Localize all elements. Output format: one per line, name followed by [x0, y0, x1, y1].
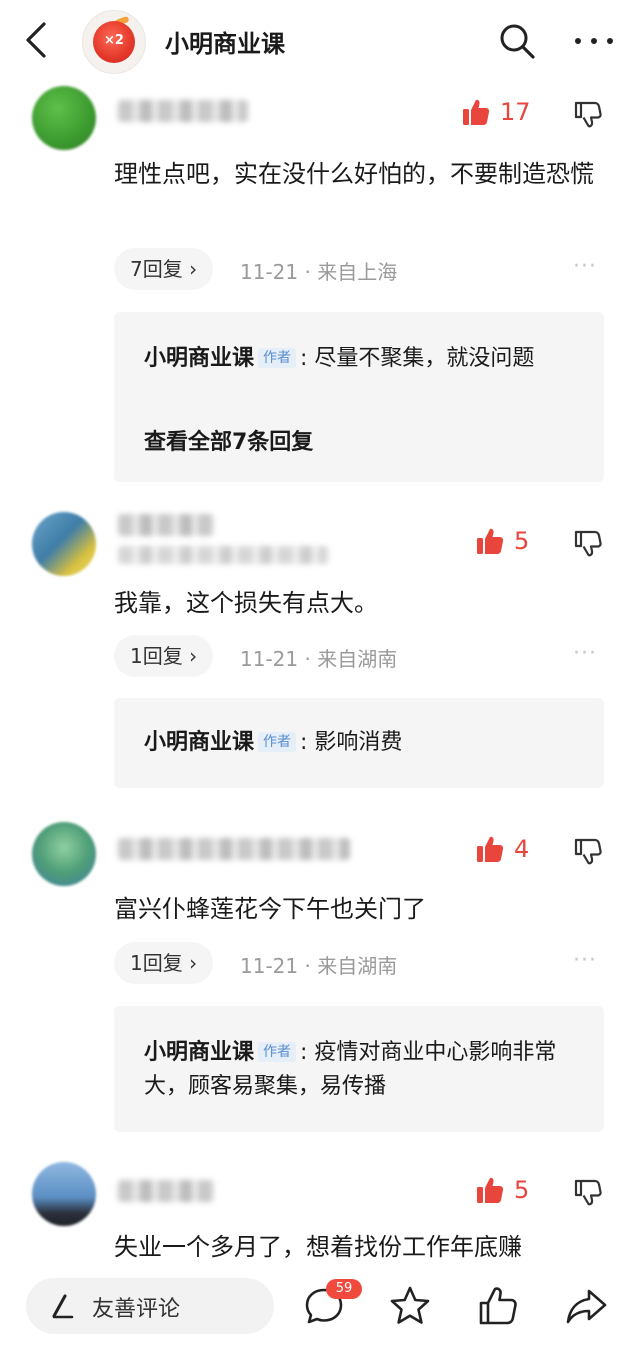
reply-author[interactable]: 小明商业课	[144, 1040, 254, 1065]
comment-more-icon[interactable]: ···	[573, 254, 597, 279]
comment-meta: 11-21 · 来自湖南	[240, 950, 397, 979]
thumb-up-filled-icon	[463, 99, 490, 125]
comment-count-badge: 59	[326, 1279, 362, 1299]
author-badge: 作者	[258, 732, 297, 752]
username-blurred[interactable]	[118, 1180, 214, 1202]
view-all-replies-link[interactable]: 查看全部7条回复	[144, 424, 313, 456]
like-button[interactable]: 17	[462, 98, 531, 126]
user-avatar[interactable]	[32, 86, 96, 150]
thumb-up-icon[interactable]	[476, 1284, 520, 1328]
comment-text: 我靠，这个损失有点大。	[114, 589, 378, 617]
thumb-up-filled-icon	[477, 528, 504, 554]
thumb-down-icon[interactable]	[573, 528, 603, 558]
author-reply-box[interactable]: 小明商业课 作者: 尽量不聚集，就没问题 查看全部7条回复	[114, 312, 604, 482]
author-reply-box[interactable]: 小明商业课 作者: 疫情对商业中心影响非常大，顾客易聚集，易传播	[114, 1006, 604, 1132]
username-blurred[interactable]	[118, 100, 248, 122]
comment-meta: 11-21 · 来自上海	[240, 256, 397, 285]
reply-author[interactable]: 小明商业课	[144, 346, 254, 371]
comment-input-placeholder: 友善评论	[92, 1297, 181, 1322]
comment-location: · 来自湖南	[304, 647, 398, 671]
channel-avatar[interactable]: ×2	[82, 10, 146, 74]
author-badge: 作者	[258, 348, 297, 368]
back-arrow-icon[interactable]	[18, 20, 54, 60]
author-reply-line: 小明商业课 作者: 影响消费	[144, 730, 403, 755]
thumb-down-icon[interactable]	[573, 99, 603, 129]
search-icon[interactable]	[498, 22, 536, 60]
red-envelope-icon: ×2	[93, 21, 135, 63]
author-badge: 作者	[258, 1042, 297, 1062]
more-options-icon[interactable]	[572, 22, 616, 60]
user-subtitle-blurred	[118, 546, 328, 564]
comment-input[interactable]: 友善评论	[26, 1278, 274, 1334]
share-icon[interactable]	[564, 1284, 608, 1328]
comment-text: 失业一个多月了，想着找份工作年底赚	[114, 1233, 522, 1261]
thumb-down-icon[interactable]	[573, 836, 603, 866]
comment-more-icon[interactable]: ···	[573, 641, 597, 666]
like-count: 5	[514, 1176, 530, 1204]
reply-text: 影响消费	[314, 730, 403, 755]
comment-meta: 11-21 · 来自湖南	[240, 643, 397, 672]
reply-count-button[interactable]: 1回复 ›	[114, 635, 214, 677]
author-reply-line: 小明商业课 作者: 疫情对商业中心影响非常大，顾客易聚集，易传播	[144, 1040, 557, 1099]
like-button[interactable]: 4	[476, 835, 529, 863]
top-bar: ×2 小明商业课	[0, 0, 640, 84]
reply-count-button[interactable]: 1回复 ›	[114, 942, 214, 984]
comment-location: · 来自湖南	[304, 954, 398, 978]
star-icon[interactable]	[388, 1284, 432, 1328]
username-blurred[interactable]	[118, 514, 214, 536]
comment-text: 富兴仆蜂莲花今下午也关门了	[114, 895, 426, 923]
comment-date: 11-21	[240, 647, 299, 671]
user-avatar[interactable]	[32, 1162, 96, 1226]
comment-more-icon[interactable]: ···	[573, 948, 597, 973]
like-button[interactable]: 5	[476, 1176, 529, 1204]
like-button[interactable]: 5	[476, 527, 529, 555]
comment-date: 11-21	[240, 954, 299, 978]
user-avatar[interactable]	[32, 822, 96, 886]
bottom-action-bar: 友善评论 59	[0, 1262, 640, 1345]
comment-location: · 来自上海	[304, 260, 398, 284]
thumb-down-icon[interactable]	[573, 1177, 603, 1207]
author-reply-line: 小明商业课 作者: 尽量不聚集，就没问题	[144, 346, 535, 371]
like-count: 4	[514, 835, 530, 863]
username-blurred[interactable]	[118, 838, 350, 860]
reply-author[interactable]: 小明商业课	[144, 730, 254, 755]
thumb-up-filled-icon	[477, 836, 504, 862]
thumb-up-filled-icon	[477, 1177, 504, 1203]
comment-text: 理性点吧，实在没什么好怕的，不要制造恐慌	[114, 160, 594, 188]
like-count: 17	[500, 98, 531, 126]
user-avatar[interactable]	[32, 512, 96, 576]
channel-title[interactable]: 小明商业课	[165, 24, 285, 59]
author-reply-box[interactable]: 小明商业课 作者: 影响消费	[114, 698, 604, 788]
reply-text: 尽量不聚集，就没问题	[314, 346, 535, 371]
comment-date: 11-21	[240, 260, 299, 284]
avatar-badge-text: ×2	[104, 33, 124, 48]
reply-count-button[interactable]: 7回复 ›	[114, 248, 214, 290]
pen-icon	[52, 1294, 74, 1319]
like-count: 5	[514, 527, 530, 555]
